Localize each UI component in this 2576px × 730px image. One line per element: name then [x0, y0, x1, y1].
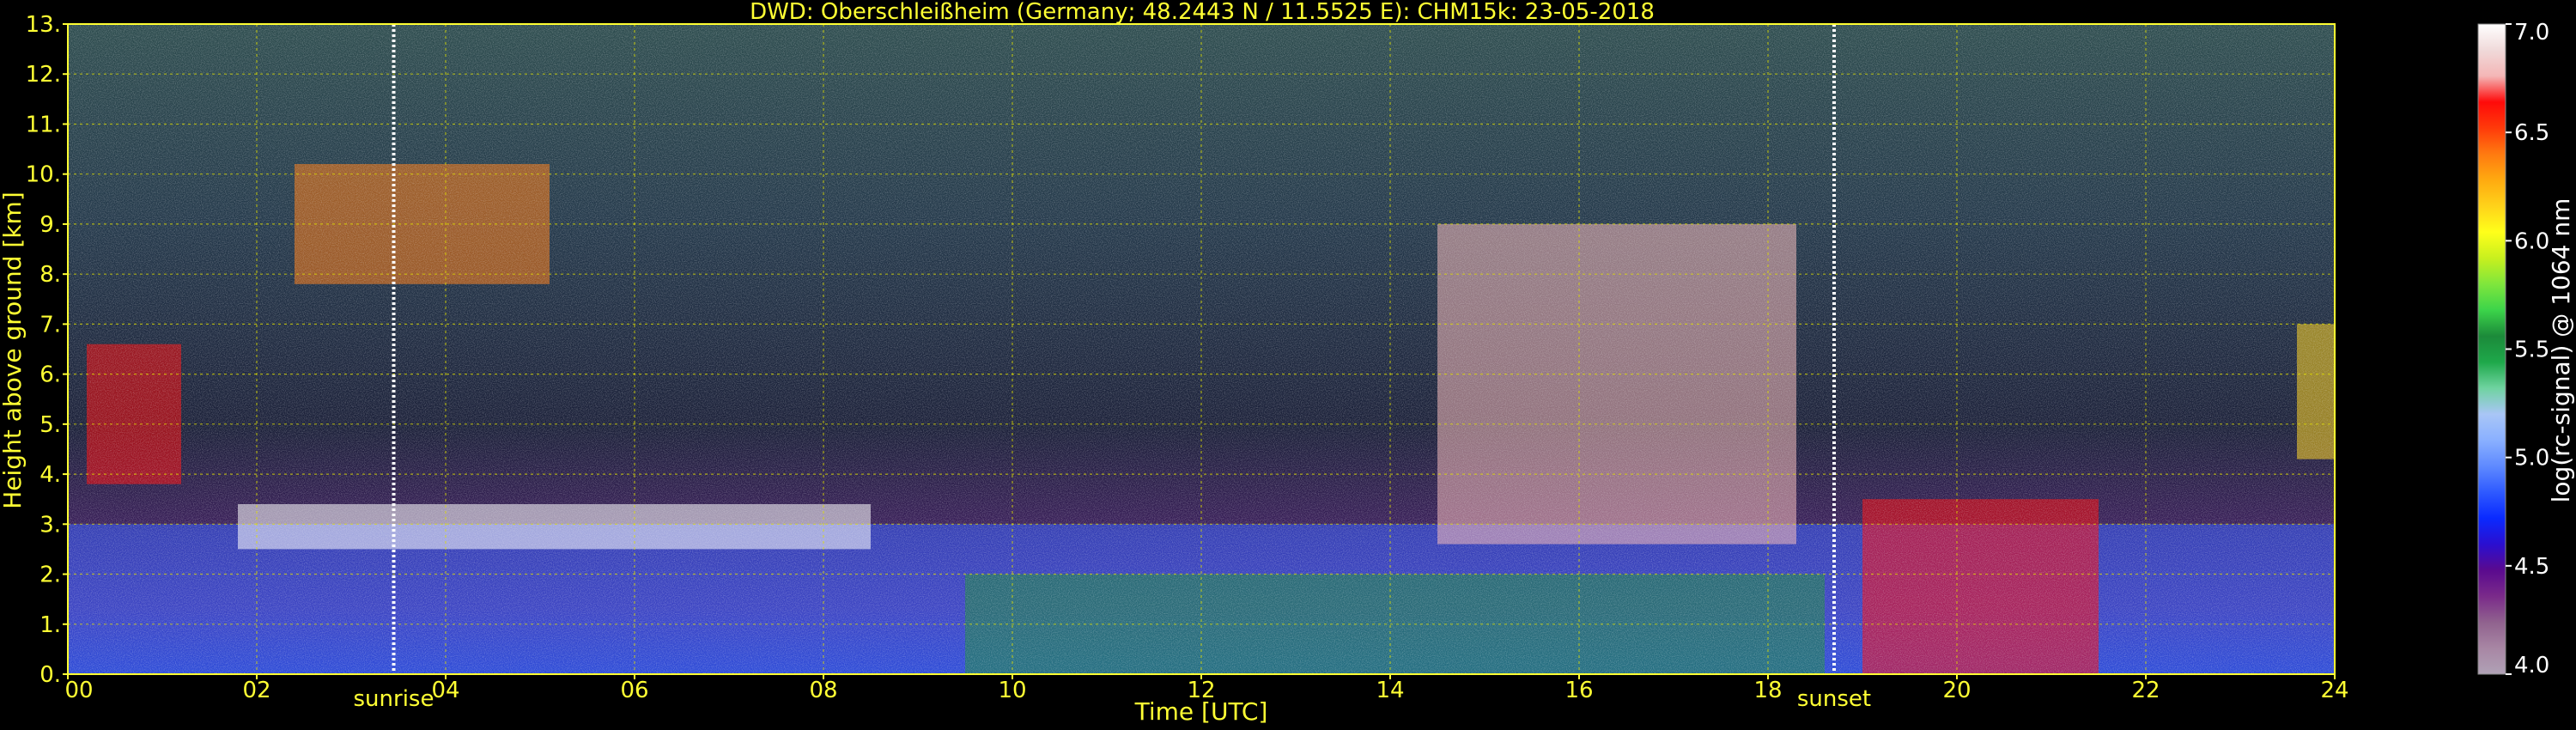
x-tick-label: 16 [1564, 678, 1593, 703]
annotation-label: sunrise [354, 686, 434, 712]
y-tick-label: 7. [39, 312, 61, 338]
colorbar-tick-label: 4.0 [2514, 653, 2549, 678]
y-axis: 0. 1. 2. 3. 4. 5. 6. 7. 8. 9. 10. 11. 12. 13. [26, 12, 68, 688]
x-tick-label: 08 [809, 678, 837, 703]
y-tick-label: 4. [39, 462, 61, 488]
y-tick-label: 3. [39, 512, 61, 538]
colorbar-tick-label: 6.5 [2514, 120, 2549, 146]
y-tick-label: 5. [39, 412, 61, 438]
x-tick-label: 14 [1376, 678, 1404, 703]
x-axis-label: Time [UTC] [1134, 697, 1268, 726]
chart-title: DWD: Oberschleißheim (Germany; 48.2443 N… [750, 0, 1655, 25]
ceilometer-chart: DWD: Oberschleißheim (Germany; 48.2443 N… [0, 0, 2575, 726]
colorbar-tick-label: 5.0 [2514, 446, 2549, 471]
annotation-label: sunset [1797, 686, 1871, 712]
colorbar-tick-label: 7.0 [2514, 20, 2549, 46]
y-tick-label: 11. [26, 112, 61, 137]
x-tick-label: 06 [620, 678, 648, 703]
colorbar-label: log(rc-signal) @ 1064 nm [2547, 198, 2575, 503]
y-tick-label: 0. [39, 662, 61, 688]
x-tick-label: 02 [242, 678, 270, 703]
colorbar-ticks: 4.0 4.5 5.0 5.5 6.0 6.5 7.0 [2506, 20, 2549, 678]
colorbar-tick-label: 5.5 [2514, 338, 2549, 363]
colorbar-tick-label: 4.5 [2514, 554, 2549, 580]
y-tick-label: 12. [26, 62, 61, 88]
colorbar-bar [2477, 23, 2506, 675]
x-tick-label: 00 [64, 678, 93, 703]
x-tick-label: 20 [1942, 678, 1971, 703]
x-tick-label: 22 [2131, 678, 2160, 703]
x-tick-label: 24 [2320, 678, 2348, 703]
y-tick-label: 10. [26, 162, 61, 188]
x-tick-label: 18 [1753, 678, 1782, 703]
y-tick-label: 13. [26, 12, 61, 38]
colorbar: 4.0 4.5 5.0 5.5 6.0 6.5 7.0 log(rc-signal) @ 1… [2477, 20, 2575, 678]
y-tick-label: 1. [39, 612, 61, 638]
y-axis-label: Height above ground [km] [0, 192, 27, 509]
plot-area [67, 23, 2336, 675]
y-tick-label: 9. [39, 212, 61, 238]
y-tick-label: 6. [39, 362, 61, 388]
y-tick-label: 8. [39, 262, 61, 288]
x-tick-label: 04 [431, 678, 459, 703]
x-tick-label: 10 [998, 678, 1026, 703]
colorbar-tick-label: 6.0 [2514, 228, 2549, 254]
y-tick-label: 2. [39, 563, 61, 588]
